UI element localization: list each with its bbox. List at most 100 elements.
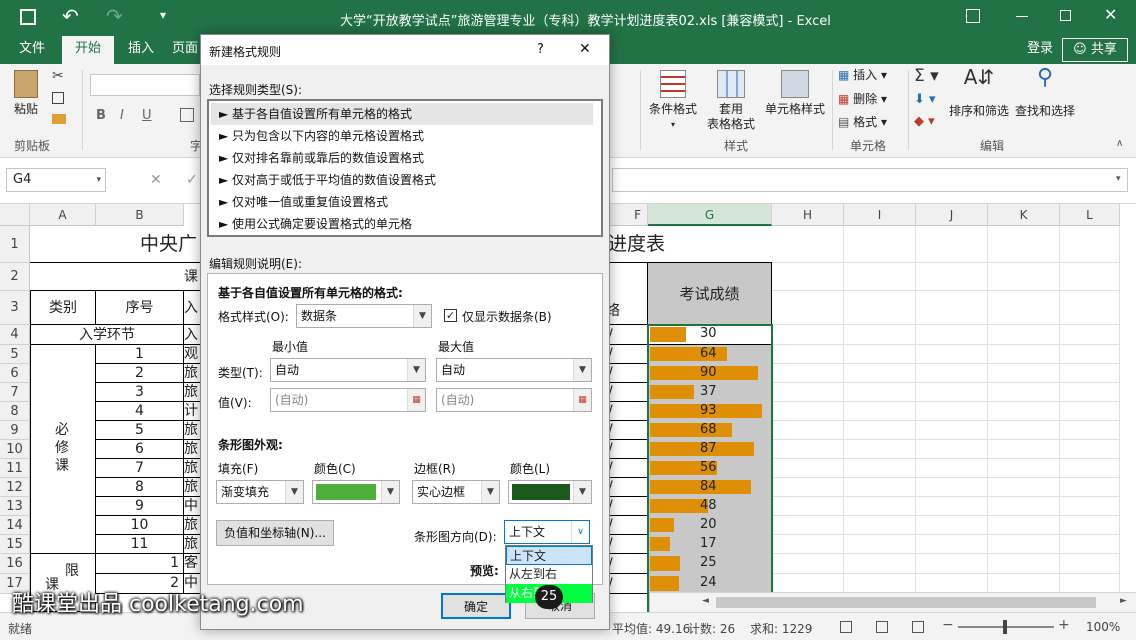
max-value-input[interactable]: (自动) ▦: [436, 388, 592, 412]
row-header[interactable]: 3: [0, 291, 30, 325]
format-cells-button[interactable]: ▤ 格式 ▾: [838, 115, 902, 130]
zoom-thumb[interactable]: [1003, 620, 1007, 634]
ok-button[interactable]: 确定: [441, 593, 511, 619]
conditional-format-button[interactable]: 条件格式 ▾: [646, 70, 700, 132]
column-header-i[interactable]: I: [844, 204, 916, 226]
min-value-input[interactable]: (自动) ▦: [270, 388, 426, 412]
row-header[interactable]: 14: [0, 516, 30, 535]
page-break-icon[interactable]: [912, 621, 924, 633]
cell-styles-button[interactable]: 单元格样式: [762, 70, 828, 117]
maximize-icon[interactable]: [1060, 10, 1071, 21]
dialog-close-icon[interactable]: ✕: [579, 41, 591, 57]
row-header[interactable]: 7: [0, 383, 30, 402]
header-category[interactable]: 类别: [30, 291, 96, 325]
column-header-l[interactable]: L: [1060, 204, 1120, 226]
page-layout-icon[interactable]: [876, 621, 888, 633]
seq-cell[interactable]: 10: [96, 516, 184, 535]
course-name-cell[interactable]: 旅: [184, 421, 200, 440]
row-header[interactable]: 10: [0, 440, 30, 459]
fill-type-select[interactable]: 渐变填充 ▼: [216, 480, 304, 504]
border-type-select[interactable]: 实心边框 ▼: [412, 480, 500, 504]
sheet-title-left[interactable]: 中央广: [30, 226, 200, 263]
required-course-cell[interactable]: 必修课: [30, 345, 96, 554]
rule-type-item[interactable]: ► 仅对唯一值或重复值设置格式: [211, 191, 593, 213]
rule-type-item[interactable]: ► 仅对高于或低于平均值的数值设置格式: [211, 169, 593, 191]
direction-option-context[interactable]: 上下文: [506, 546, 592, 565]
show-bar-only-checkbox[interactable]: ✓: [444, 309, 457, 322]
copy-icon[interactable]: [52, 92, 64, 104]
row16-c[interactable]: 客: [184, 554, 200, 574]
delete-cells-button[interactable]: ▦ 删除 ▾: [838, 92, 902, 107]
formula-input[interactable]: [612, 168, 1128, 192]
zoom-out-icon[interactable]: −: [942, 617, 954, 633]
name-box[interactable]: G4 ▾: [6, 168, 106, 192]
bar-direction-select[interactable]: 上下文 ∨: [504, 520, 590, 544]
min-type-select[interactable]: 自动 ▼: [270, 358, 426, 382]
format-as-table-button[interactable]: 套用 表格格式: [700, 70, 762, 132]
tab-insert[interactable]: 插入: [118, 36, 164, 64]
collapse-ribbon-icon[interactable]: ∧: [1116, 138, 1123, 149]
rule-type-item[interactable]: ► 基于各自值设置所有单元格的格式: [211, 103, 593, 125]
row-header[interactable]: 16: [0, 554, 30, 574]
range-picker-icon[interactable]: ▦: [573, 389, 591, 411]
horizontal-scrollbar[interactable]: ◄ ►: [650, 592, 1136, 612]
seq-cell[interactable]: 7: [96, 459, 184, 478]
seq-cell[interactable]: 4: [96, 402, 184, 421]
row-header[interactable]: 5: [0, 345, 30, 364]
tab-home[interactable]: 开始: [62, 36, 114, 64]
course-name-cell[interactable]: 计: [184, 402, 200, 421]
scroll-left-icon[interactable]: ◄: [702, 596, 709, 606]
login-link[interactable]: 登录: [1020, 36, 1060, 64]
seq-cell[interactable]: 5: [96, 421, 184, 440]
zoom-in-icon[interactable]: +: [1058, 617, 1070, 633]
italic-button[interactable]: I: [120, 108, 124, 123]
undo-icon[interactable]: ↶: [62, 4, 79, 28]
format-style-select[interactable]: 数据条 ▼: [296, 304, 432, 328]
minimize-icon[interactable]: [1016, 16, 1028, 17]
header-c-partial[interactable]: 入: [184, 291, 200, 325]
seq-cell[interactable]: 3: [96, 383, 184, 402]
entry-cell[interactable]: 入学环节: [30, 325, 184, 345]
sheet-title-right[interactable]: 进度表: [600, 226, 772, 263]
seq-cell[interactable]: 1: [96, 345, 184, 364]
row-header[interactable]: 8: [0, 402, 30, 421]
insert-cells-button[interactable]: ▦ 插入 ▾: [838, 68, 902, 83]
clear-icon[interactable]: ◆ ▾: [914, 114, 935, 129]
cut-icon[interactable]: ✂: [52, 68, 64, 84]
course-name-cell[interactable]: 旅: [184, 478, 200, 497]
row-header[interactable]: 1: [0, 226, 30, 263]
rule-type-list[interactable]: ► 基于各自值设置所有单元格的格式 ► 只为包含以下内容的单元格设置格式 ► 仅对排…: [207, 99, 603, 237]
negative-axis-button[interactable]: 负值和坐标轴(N)...: [216, 520, 334, 546]
exam-score-header[interactable]: 考试成绩: [648, 263, 772, 325]
close-icon[interactable]: ✕: [1104, 5, 1117, 24]
header-seq[interactable]: 序号: [96, 291, 184, 325]
seq-cell[interactable]: 2: [96, 364, 184, 383]
row-header[interactable]: 15: [0, 535, 30, 554]
qat-more-icon[interactable]: ▾: [160, 8, 166, 22]
find-select-button[interactable]: ⚲ 查找和选择: [1012, 67, 1078, 119]
row-header[interactable]: 11: [0, 459, 30, 478]
bold-button[interactable]: B: [96, 108, 106, 123]
sort-filter-button[interactable]: A⇵ 排序和筛选: [944, 67, 1014, 119]
save-icon[interactable]: [20, 9, 36, 25]
paste-button[interactable]: 粘贴: [10, 70, 42, 117]
scroll-thumb[interactable]: [716, 597, 1096, 608]
redo-icon[interactable]: ↷: [106, 4, 123, 28]
cancel-entry-icon[interactable]: ✕: [150, 172, 162, 188]
fill-color-picker[interactable]: ▼: [312, 480, 400, 504]
direction-option-ltr[interactable]: 从左到右: [506, 565, 592, 584]
column-header-k[interactable]: K: [988, 204, 1060, 226]
font-name-box[interactable]: [90, 74, 200, 96]
confirm-entry-icon[interactable]: ✓: [186, 172, 198, 188]
tab-file[interactable]: 文件: [8, 36, 56, 64]
column-header-a[interactable]: A: [30, 204, 96, 226]
course-name-cell[interactable]: 旅: [184, 364, 200, 383]
course-name-cell[interactable]: 旅: [184, 383, 200, 402]
seq-cell[interactable]: 6: [96, 440, 184, 459]
rule-type-item[interactable]: ► 使用公式确定要设置格式的单元格: [211, 213, 593, 235]
course-name-cell[interactable]: 中: [184, 497, 200, 516]
row16-seq[interactable]: 1: [96, 554, 184, 574]
underline-button[interactable]: U: [142, 108, 152, 123]
rule-type-item[interactable]: ► 只为包含以下内容的单元格设置格式: [211, 125, 593, 147]
course-name-cell[interactable]: 旅: [184, 535, 200, 554]
